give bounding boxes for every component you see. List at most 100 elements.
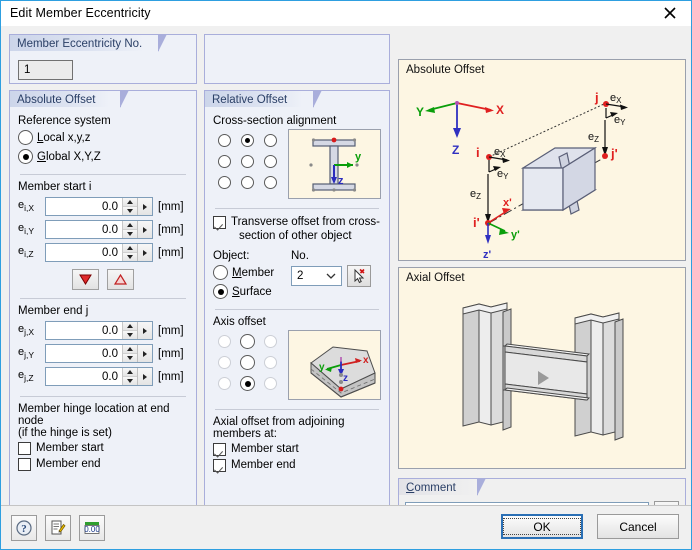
cs-align-cell-0[interactable] xyxy=(218,134,231,147)
input-ejz-value[interactable] xyxy=(46,368,122,385)
input-eiy[interactable] xyxy=(45,220,153,239)
checkbox-hinge-member-end-label: Member end xyxy=(36,458,101,470)
group-title-eccentricity-no: Member Eccentricity No. xyxy=(9,34,167,52)
cs-align-cell-7[interactable] xyxy=(241,176,254,189)
triangle-down-red-icon[interactable] xyxy=(72,269,99,290)
divider-5 xyxy=(215,309,379,310)
field-row-ejy: ej,Y [mm] xyxy=(18,344,188,363)
cancel-button[interactable]: Cancel xyxy=(597,514,679,539)
cross-section-alignment-grid[interactable] xyxy=(213,130,282,193)
spinner-ejz-up[interactable] xyxy=(123,368,137,377)
spinner-eix-down[interactable] xyxy=(123,207,137,215)
pick-cursor-icon[interactable] xyxy=(347,265,371,287)
spinner-eiy-up[interactable] xyxy=(123,221,137,230)
group-title-eccentricity-no-text: Member Eccentricity No. xyxy=(17,37,143,50)
svg-text:Z: Z xyxy=(452,143,459,157)
input-ejz[interactable] xyxy=(45,367,153,386)
spinner-ejy[interactable] xyxy=(122,345,137,362)
cs-align-cell-2[interactable] xyxy=(264,134,277,147)
input-ejx-value[interactable] xyxy=(46,322,122,339)
spinner-ejz[interactable] xyxy=(122,368,137,385)
graphic-absolute-offset-svg: X Y Z j eX eY eZ j' i eX eY eZ i' x' y' … xyxy=(416,90,628,261)
spinner-ejy-down[interactable] xyxy=(123,354,137,362)
spinner-ejx-down[interactable] xyxy=(123,331,137,339)
spinner-eix-more[interactable] xyxy=(137,198,152,215)
divider-2 xyxy=(20,298,186,299)
radio-global-coords[interactable]: Global X,Y,Z xyxy=(18,148,188,165)
member-end-label: Member end j xyxy=(18,305,89,317)
checkbox-hinge-member-end[interactable]: Member end xyxy=(18,458,188,471)
input-eix[interactable] xyxy=(45,197,153,216)
spinner-eiy-more[interactable] xyxy=(137,221,152,238)
svg-text:eZ: eZ xyxy=(588,131,599,144)
axial-offset-label-1: Axial offset from adjoining xyxy=(213,416,345,428)
spinner-eiz-down[interactable] xyxy=(123,253,137,261)
i-beam-section-icon: y z xyxy=(288,129,381,199)
eccentricity-no-input[interactable]: 1 xyxy=(18,60,73,80)
spinner-eix[interactable] xyxy=(122,198,137,215)
input-ejy-value[interactable] xyxy=(46,345,122,362)
radio-object-member[interactable]: Member xyxy=(213,264,291,281)
spinner-ejx-more[interactable] xyxy=(137,322,152,339)
svg-text:z': z' xyxy=(483,249,492,261)
object-no-select[interactable]: 2 xyxy=(291,266,342,286)
hinge-location-label-1: Member hinge location at end node xyxy=(18,403,170,427)
spinner-ejx[interactable] xyxy=(122,322,137,339)
input-eiz[interactable] xyxy=(45,243,153,262)
spinner-ejz-more[interactable] xyxy=(137,368,152,385)
svg-text:Y: Y xyxy=(416,105,424,119)
axis-offset-grid[interactable] xyxy=(213,331,282,394)
svg-text:x': x' xyxy=(503,197,512,209)
checkbox-transverse-offset[interactable]: Transverse offset from cross- section of… xyxy=(213,215,381,243)
spinner-eiz-up[interactable] xyxy=(123,244,137,253)
spinner-eix-up[interactable] xyxy=(123,198,137,207)
triangle-up-red-icon[interactable] xyxy=(107,269,134,290)
spinner-ejy-up[interactable] xyxy=(123,345,137,354)
group-body-absolute-offset: Reference system LLocal x,y,zocal x,y,z … xyxy=(10,108,196,522)
spinner-eiz-more[interactable] xyxy=(137,244,152,261)
number-format-icon[interactable]: 0.00 xyxy=(79,515,105,541)
graphic-axial-offset: Axial Offset xyxy=(398,267,686,469)
spinner-eiy[interactable] xyxy=(122,221,137,238)
help-question-icon[interactable]: ? xyxy=(11,515,37,541)
group-absolute-offset: Absolute Offset Reference system LLocal … xyxy=(9,90,197,523)
close-icon[interactable] xyxy=(649,1,691,25)
axis-offset-cell-1[interactable] xyxy=(240,334,255,349)
ok-button[interactable]: OK xyxy=(501,514,583,539)
dialog-body: Member Eccentricity No. 1 Absolute Offse… xyxy=(1,26,691,549)
spinner-ejz-down[interactable] xyxy=(123,377,137,385)
cs-align-cell-8[interactable] xyxy=(264,176,277,189)
checkbox-hinge-member-start[interactable]: Member start xyxy=(18,442,188,455)
spinner-eiy-down[interactable] xyxy=(123,230,137,238)
label-eix: ei,X xyxy=(18,199,35,214)
cs-align-cell-4[interactable] xyxy=(241,155,254,168)
checkbox-axial-member-start[interactable]: Member start xyxy=(213,443,381,456)
spinner-eiz[interactable] xyxy=(122,244,137,261)
svg-text:i': i' xyxy=(473,215,480,230)
cs-align-cell-1[interactable] xyxy=(241,134,254,147)
svg-text:X: X xyxy=(496,103,504,117)
spinner-ejx-up[interactable] xyxy=(123,322,137,331)
input-eiy-value[interactable] xyxy=(46,221,122,238)
radio-object-surface[interactable]: Surface xyxy=(213,283,291,300)
axial-offset-label-2: members at: xyxy=(213,428,277,440)
input-ejx[interactable] xyxy=(45,321,153,340)
divider-1 xyxy=(20,174,186,175)
axis-offset-cell-4[interactable] xyxy=(240,355,255,370)
input-eix-value[interactable] xyxy=(46,198,122,215)
input-ejy[interactable] xyxy=(45,344,153,363)
group-title-absolute-offset: Absolute Offset xyxy=(9,90,129,108)
input-eiz-value[interactable] xyxy=(46,244,122,261)
cs-align-cell-3[interactable] xyxy=(218,155,231,168)
divider-4 xyxy=(215,208,379,209)
radio-local-coords[interactable]: LLocal x,y,zocal x,y,z xyxy=(18,129,188,146)
radio-local-coords-mark xyxy=(18,130,33,145)
cs-align-cell-5[interactable] xyxy=(264,155,277,168)
axis-offset-cell-7[interactable] xyxy=(240,376,255,391)
spinner-ejy-more[interactable] xyxy=(137,345,152,362)
label-ejy: ej,Y xyxy=(18,346,35,361)
checkbox-axial-member-end[interactable]: Member end xyxy=(213,459,381,472)
svg-text:eY: eY xyxy=(497,168,509,181)
edit-note-icon[interactable] xyxy=(45,515,71,541)
cs-align-cell-6[interactable] xyxy=(218,176,231,189)
